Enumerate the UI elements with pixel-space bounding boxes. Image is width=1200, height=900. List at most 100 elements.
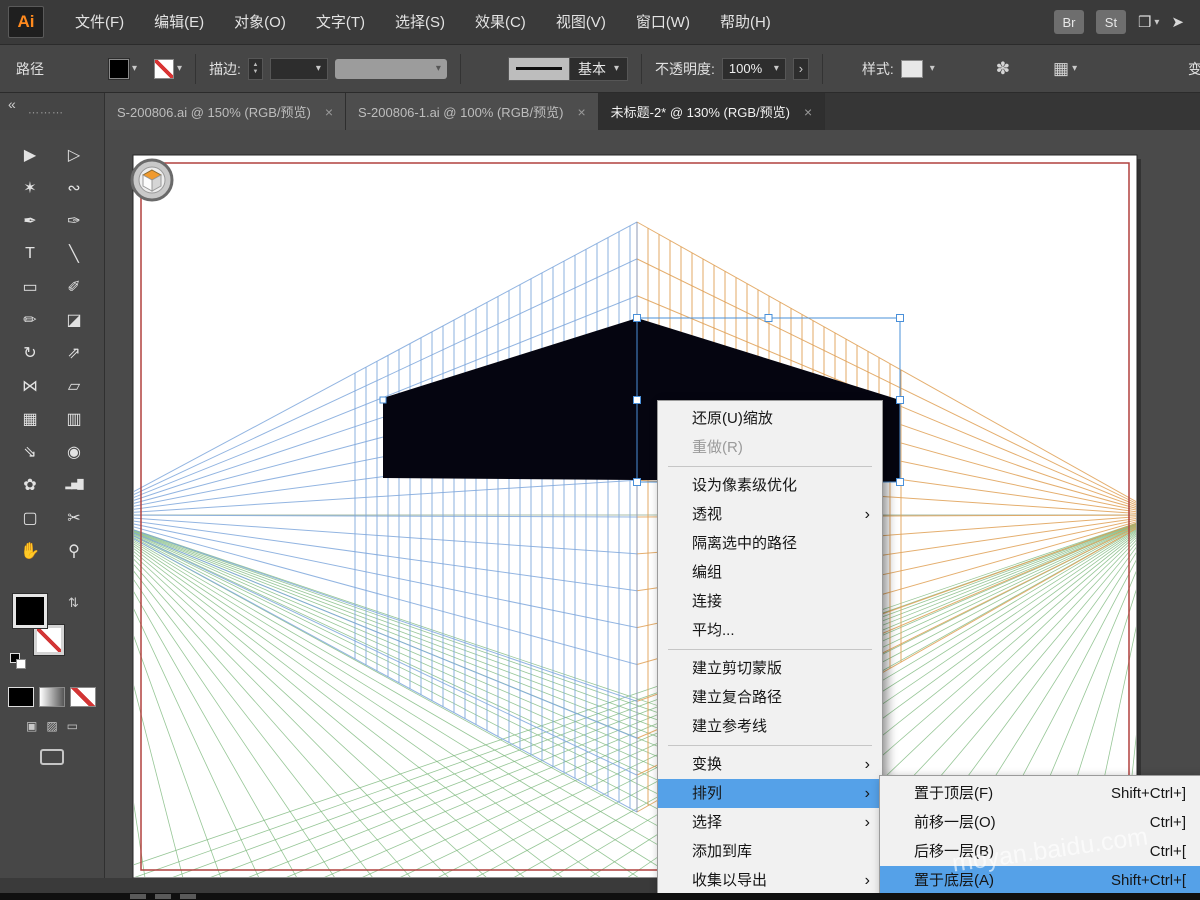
context-item-transform[interactable]: 变换› bbox=[658, 750, 882, 779]
touch-wheel-icon[interactable]: ✽ bbox=[996, 59, 1010, 79]
workspace-switcher-icon[interactable]: ❒ ▾ bbox=[1138, 13, 1159, 31]
submenu-item-send-to-back[interactable]: 置于底层(A)Shift+Ctrl+[ bbox=[880, 866, 1200, 895]
scale-tool[interactable]: ⇗ bbox=[52, 336, 96, 369]
taskbar-item[interactable] bbox=[130, 894, 146, 899]
menu-item-8[interactable]: 窗口(W) bbox=[621, 0, 705, 45]
pen-tool[interactable]: ✒ bbox=[8, 204, 52, 237]
context-item-make-clipping-mask[interactable]: 建立剪切蒙版 bbox=[658, 654, 882, 683]
slice-tool[interactable]: ✂ bbox=[52, 501, 96, 534]
width-tool[interactable]: ⋈ bbox=[8, 369, 52, 402]
document-tab[interactable]: S-200806-1.ai @ 100% (RGB/预览)× bbox=[346, 93, 599, 130]
magic-wand-tool[interactable]: ✶ bbox=[8, 171, 52, 204]
tab-close-icon[interactable]: × bbox=[325, 104, 333, 120]
stroke-weight-select[interactable]: ▾ bbox=[270, 58, 328, 80]
curvature-tool[interactable]: ✑ bbox=[52, 204, 96, 237]
submenu-item-bring-forward[interactable]: 前移一层(O)Ctrl+] bbox=[880, 808, 1200, 837]
stroke-color-swatch[interactable] bbox=[154, 59, 174, 79]
menu-item-9[interactable]: 帮助(H) bbox=[705, 0, 786, 45]
selection-handle[interactable] bbox=[897, 479, 904, 486]
overflow-control-label[interactable]: 变 bbox=[1188, 59, 1200, 79]
context-item-collect-for-export[interactable]: 收集以导出› bbox=[658, 866, 882, 895]
selection-handle[interactable] bbox=[634, 479, 641, 486]
bridge-button[interactable]: Br bbox=[1054, 10, 1084, 34]
stroke-style-select[interactable]: 基本 ▾ bbox=[508, 57, 628, 81]
context-item-group[interactable]: 编组 bbox=[658, 558, 882, 587]
color-button[interactable] bbox=[8, 687, 34, 707]
none-button[interactable] bbox=[70, 687, 96, 707]
document-tab[interactable]: S-200806.ai @ 150% (RGB/预览)× bbox=[105, 93, 346, 130]
context-item-isolate-selected-path[interactable]: 隔离选中的路径 bbox=[658, 529, 882, 558]
default-stroke-icon[interactable] bbox=[16, 659, 26, 669]
taskbar-item[interactable] bbox=[180, 894, 196, 899]
eraser-tool[interactable]: ◪ bbox=[52, 303, 96, 336]
selection-handle[interactable] bbox=[634, 315, 641, 322]
rotate-tool[interactable]: ↻ bbox=[8, 336, 52, 369]
artboard-tool[interactable]: ▢ bbox=[8, 501, 52, 534]
opacity-input[interactable]: 100% ▾ bbox=[722, 58, 786, 80]
eyedropper-tool[interactable]: ⇘ bbox=[8, 435, 52, 468]
taskbar-item[interactable] bbox=[155, 894, 171, 899]
collapse-panel-icon[interactable]: « bbox=[8, 96, 16, 112]
paintbrush-tool[interactable]: ✐ bbox=[52, 270, 96, 303]
symbol-sprayer-tool[interactable]: ✿ bbox=[8, 468, 52, 501]
selection-handle[interactable] bbox=[634, 397, 641, 404]
mode-icon-1[interactable]: ▣ bbox=[26, 719, 37, 733]
menu-item-4[interactable]: 文字(T) bbox=[301, 0, 380, 45]
fill-color-swatch[interactable] bbox=[109, 59, 129, 79]
menu-item-6[interactable]: 效果(C) bbox=[460, 0, 541, 45]
tab-close-icon[interactable]: × bbox=[577, 104, 585, 120]
submenu-item-bring-to-front[interactable]: 置于顶层(F)Shift+Ctrl+] bbox=[880, 779, 1200, 808]
document-tab[interactable]: 未标题-2* @ 130% (RGB/预览)× bbox=[599, 93, 826, 130]
canvas-area[interactable] bbox=[105, 130, 1200, 878]
context-item-join[interactable]: 连接 bbox=[658, 587, 882, 616]
selection-tool[interactable]: ▶ bbox=[8, 138, 52, 171]
menu-item-5[interactable]: 选择(S) bbox=[380, 0, 460, 45]
selection-handle[interactable] bbox=[897, 315, 904, 322]
gradient-button[interactable] bbox=[39, 687, 65, 707]
zoom-tool[interactable]: ⚲ bbox=[52, 534, 96, 567]
column-graph-tool[interactable]: ▂▅█ bbox=[52, 468, 96, 501]
menu-item-2[interactable]: 编辑(E) bbox=[139, 0, 219, 45]
brush-definition-select[interactable]: ▾ bbox=[335, 59, 447, 79]
blend-tool[interactable]: ◉ bbox=[52, 435, 96, 468]
stroke-caret-icon[interactable]: ▾ bbox=[177, 63, 182, 74]
hand-tool[interactable]: ✋ bbox=[8, 534, 52, 567]
context-item-perspective[interactable]: 透视› bbox=[658, 500, 882, 529]
stepper-up-icon[interactable]: ▲ bbox=[252, 62, 258, 69]
gradient-tool[interactable]: ▥ bbox=[52, 402, 96, 435]
context-item-make-guides[interactable]: 建立参考线 bbox=[658, 712, 882, 741]
selection-handle[interactable] bbox=[897, 397, 904, 404]
menu-item-3[interactable]: 对象(O) bbox=[219, 0, 301, 45]
context-item-average[interactable]: 平均... bbox=[658, 616, 882, 645]
mode-icon-2[interactable]: ▨ bbox=[46, 719, 57, 733]
context-item-arrange[interactable]: 排列› bbox=[658, 779, 882, 808]
context-item-undo-scale[interactable]: 还原(U)缩放 bbox=[658, 404, 882, 433]
line-segment-tool[interactable]: ╲ bbox=[52, 237, 96, 270]
submenu-item-send-backward[interactable]: 后移一层(B)Ctrl+[ bbox=[880, 837, 1200, 866]
free-transform-tool[interactable]: ▱ bbox=[52, 369, 96, 402]
stepper-down-icon[interactable]: ▼ bbox=[252, 69, 258, 76]
panel-grip-icon[interactable]: ⋯⋯⋯ bbox=[28, 106, 64, 119]
context-item-make-compound-path[interactable]: 建立复合路径 bbox=[658, 683, 882, 712]
swap-fill-stroke-icon[interactable]: ⇅ bbox=[68, 595, 79, 611]
perspective-grid-tool[interactable]: ▦ bbox=[8, 402, 52, 435]
menu-item-7[interactable]: 视图(V) bbox=[541, 0, 621, 45]
anchor-point[interactable] bbox=[380, 397, 386, 403]
fill-swatch-large[interactable] bbox=[13, 594, 47, 628]
lasso-tool[interactable]: ∾ bbox=[52, 171, 96, 204]
context-item-redo[interactable]: 重做(R) bbox=[658, 433, 882, 462]
canvas-svg[interactable] bbox=[105, 130, 1200, 878]
style-caret-icon[interactable]: ▾ bbox=[930, 63, 935, 74]
type-tool[interactable]: T bbox=[8, 237, 52, 270]
menu-item-1[interactable]: 文件(F) bbox=[60, 0, 139, 45]
tab-close-icon[interactable]: × bbox=[804, 104, 812, 120]
opacity-panel-button[interactable]: › bbox=[793, 58, 809, 80]
context-item-add-to-library[interactable]: 添加到库 bbox=[658, 837, 882, 866]
pencil-tool[interactable]: ✏ bbox=[8, 303, 52, 336]
draw-normal-icon[interactable] bbox=[40, 749, 64, 765]
stroke-weight-stepper[interactable]: ▲ ▼ bbox=[248, 58, 263, 80]
style-swatch[interactable] bbox=[901, 60, 923, 78]
launch-icon[interactable]: ➤ bbox=[1171, 13, 1184, 31]
stock-button[interactable]: St bbox=[1096, 10, 1126, 34]
grid-options-icon[interactable]: ▦ ▾ bbox=[1053, 59, 1077, 79]
